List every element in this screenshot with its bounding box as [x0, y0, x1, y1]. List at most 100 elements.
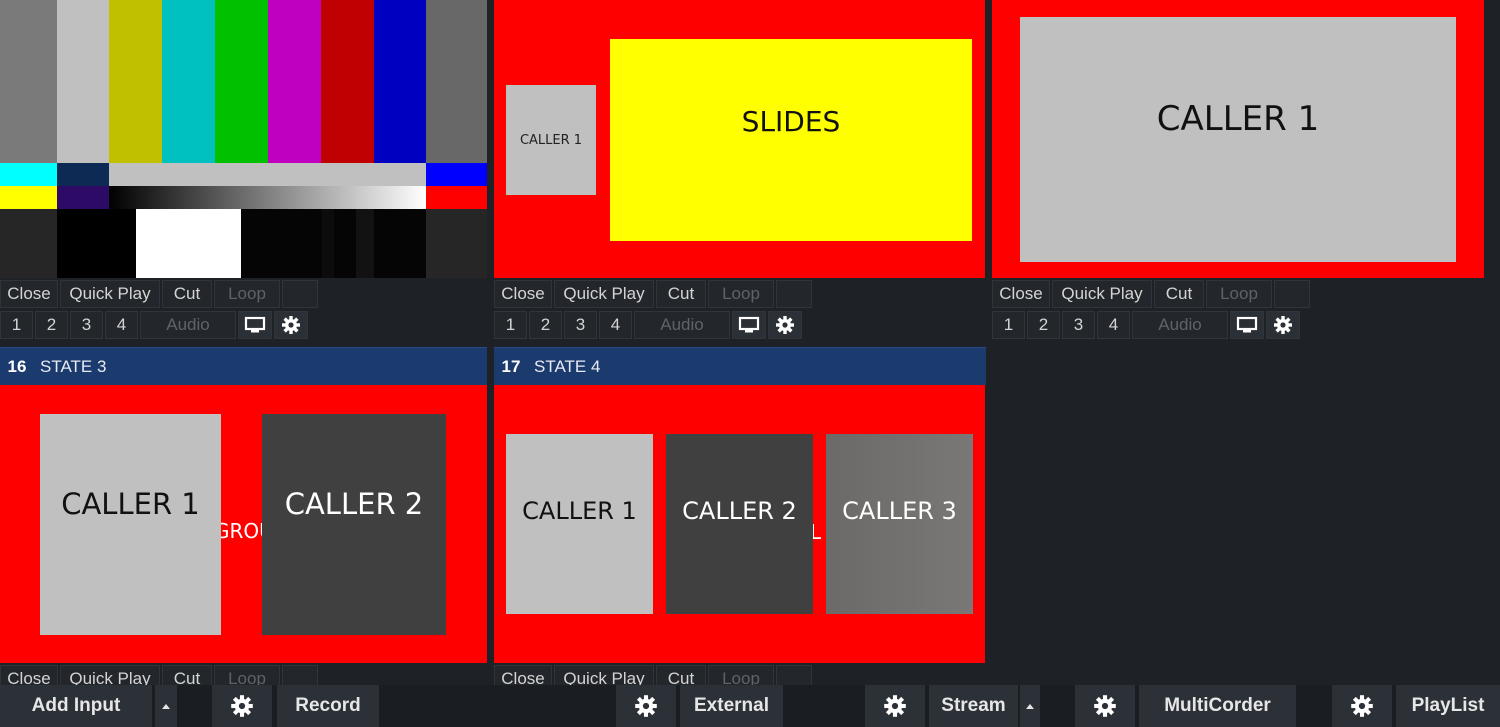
- overlay-4-button[interactable]: 4: [105, 311, 138, 339]
- caller1-small-box: CALLER 1: [506, 85, 596, 195]
- input-title: STATE 3: [40, 356, 107, 376]
- overlay-1-button[interactable]: 1: [494, 311, 527, 339]
- caller1-label: CALLER 1: [61, 486, 200, 521]
- overlay-4-button[interactable]: 4: [599, 311, 632, 339]
- overlay-3-button[interactable]: 3: [70, 311, 103, 339]
- caller3-box: CALLER 3: [826, 434, 973, 614]
- caret-up-icon[interactable]: [1020, 685, 1040, 727]
- state3-preview[interactable]: GROU CALLER 1 CALLER 2: [0, 385, 487, 663]
- gear-icon[interactable]: [1332, 685, 1392, 727]
- slides-label: SLIDES: [741, 105, 841, 138]
- tile-controls-row1: Close Quick Play Cut Loop: [992, 280, 1312, 310]
- audio-button[interactable]: Audio: [140, 311, 236, 339]
- caller1-small-label: CALLER 1: [519, 132, 583, 148]
- slides-preview[interactable]: CALLER 1 SLIDES: [494, 0, 985, 278]
- tile-controls-row2: 1 2 3 4 Audio: [992, 311, 1302, 341]
- tile-controls-row1: Close Quick Play Cut Loop: [0, 665, 320, 685]
- cut-button[interactable]: Cut: [1154, 280, 1204, 308]
- quick-play-button[interactable]: Quick Play: [554, 280, 654, 308]
- blank-button: [1274, 280, 1310, 308]
- loop-button[interactable]: Loop: [1206, 280, 1272, 308]
- input-tile-colorbars: Close Quick Play Cut Loop 1 2 3 4 Audio: [0, 0, 487, 345]
- gear-icon[interactable]: [274, 311, 308, 339]
- stream-button[interactable]: Stream: [929, 685, 1018, 727]
- monitor-icon[interactable]: [238, 311, 272, 339]
- close-button[interactable]: Close: [0, 665, 58, 685]
- quick-play-button[interactable]: Quick Play: [1052, 280, 1152, 308]
- close-button[interactable]: Close: [0, 280, 58, 308]
- quick-play-button[interactable]: Quick Play: [554, 665, 654, 685]
- caller1-box: CALLER 1: [40, 414, 221, 635]
- caller2-box: CALLER 2: [262, 414, 446, 635]
- input-tile-caller1: CALLER 1 Close Quick Play Cut Loop 1 2 3…: [992, 0, 1484, 345]
- cut-button[interactable]: Cut: [162, 665, 212, 685]
- monitor-icon[interactable]: [732, 311, 766, 339]
- playlist-button[interactable]: PlayList: [1396, 685, 1500, 727]
- external-label: External: [694, 695, 769, 716]
- gear-icon[interactable]: [768, 311, 802, 339]
- tile-controls-row1: Close Quick Play Cut Loop: [0, 280, 320, 310]
- add-input-label: Add Input: [31, 695, 121, 716]
- overlay-3-button[interactable]: 3: [1062, 311, 1095, 339]
- monitor-icon[interactable]: [1230, 311, 1264, 339]
- gear-icon[interactable]: [212, 685, 272, 727]
- colorbars-preview[interactable]: [0, 0, 487, 278]
- audio-button[interactable]: Audio: [634, 311, 730, 339]
- state4-preview[interactable]: E L CALLER 1 CALLER 2 CALLER 3: [494, 385, 985, 663]
- quick-play-button[interactable]: Quick Play: [60, 665, 160, 685]
- caller1-box: CALLER 1: [506, 434, 653, 614]
- input-number: 17: [501, 356, 521, 376]
- audio-button[interactable]: Audio: [1132, 311, 1228, 339]
- bottom-toolbar: Add Input Record External Stream MultiCo…: [0, 685, 1500, 727]
- input-title: STATE 4: [534, 356, 601, 376]
- gear-icon[interactable]: [616, 685, 676, 727]
- caller3-label: CALLER 3: [842, 497, 957, 525]
- caret-up-icon[interactable]: [155, 685, 177, 727]
- tile-header[interactable]: 17 STATE 4: [494, 347, 986, 385]
- gear-icon[interactable]: [1266, 311, 1300, 339]
- record-button[interactable]: Record: [277, 685, 379, 727]
- input-number: 16: [7, 356, 27, 376]
- multicorder-button[interactable]: MultiCorder: [1139, 685, 1296, 727]
- overlay-2-button[interactable]: 2: [529, 311, 562, 339]
- blank-button: [282, 665, 318, 685]
- close-button[interactable]: Close: [494, 665, 552, 685]
- overlay-1-button[interactable]: 1: [992, 311, 1025, 339]
- stream-label: Stream: [941, 695, 1006, 716]
- close-button[interactable]: Close: [494, 280, 552, 308]
- caller1-preview[interactable]: CALLER 1: [992, 0, 1484, 278]
- cut-button[interactable]: Cut: [656, 665, 706, 685]
- tile-controls-row2: 1 2 3 4 Audio: [494, 311, 804, 341]
- tile-controls-row1: Close Quick Play Cut Loop: [494, 280, 814, 310]
- external-button[interactable]: External: [680, 685, 783, 727]
- gear-icon[interactable]: [865, 685, 925, 727]
- loop-button[interactable]: Loop: [708, 280, 774, 308]
- input-tile-slides: CALLER 1 SLIDES Close Quick Play Cut Loo…: [494, 0, 986, 345]
- overlay-4-button[interactable]: 4: [1097, 311, 1130, 339]
- loop-button[interactable]: Loop: [708, 665, 774, 685]
- caller2-box: CALLER 2: [666, 434, 813, 614]
- gear-icon[interactable]: [1075, 685, 1135, 727]
- close-button[interactable]: Close: [992, 280, 1050, 308]
- multicorder-label: MultiCorder: [1164, 695, 1271, 716]
- caller1-label: CALLER 1: [522, 497, 637, 525]
- input-tile-state4: 17 STATE 4 E L CALLER 1 CALLER 2 CALLER …: [494, 347, 986, 685]
- quick-play-button[interactable]: Quick Play: [60, 280, 160, 308]
- cut-button[interactable]: Cut: [162, 280, 212, 308]
- overlay-3-button[interactable]: 3: [564, 311, 597, 339]
- caller2-label: CALLER 2: [284, 486, 424, 521]
- caller2-label: CALLER 2: [682, 497, 797, 525]
- overlay-1-button[interactable]: 1: [0, 311, 33, 339]
- playlist-label: PlayList: [1411, 695, 1485, 716]
- cut-button[interactable]: Cut: [656, 280, 706, 308]
- tile-controls-row2: 1 2 3 4 Audio: [0, 311, 310, 341]
- record-label: Record: [295, 695, 361, 716]
- overlay-2-button[interactable]: 2: [1027, 311, 1060, 339]
- caller1-label: CALLER 1: [1156, 99, 1320, 139]
- loop-button[interactable]: Loop: [214, 665, 280, 685]
- blank-button: [776, 280, 812, 308]
- loop-button[interactable]: Loop: [214, 280, 280, 308]
- tile-header[interactable]: 16 STATE 3: [0, 347, 487, 385]
- overlay-2-button[interactable]: 2: [35, 311, 68, 339]
- add-input-button[interactable]: Add Input: [0, 685, 152, 727]
